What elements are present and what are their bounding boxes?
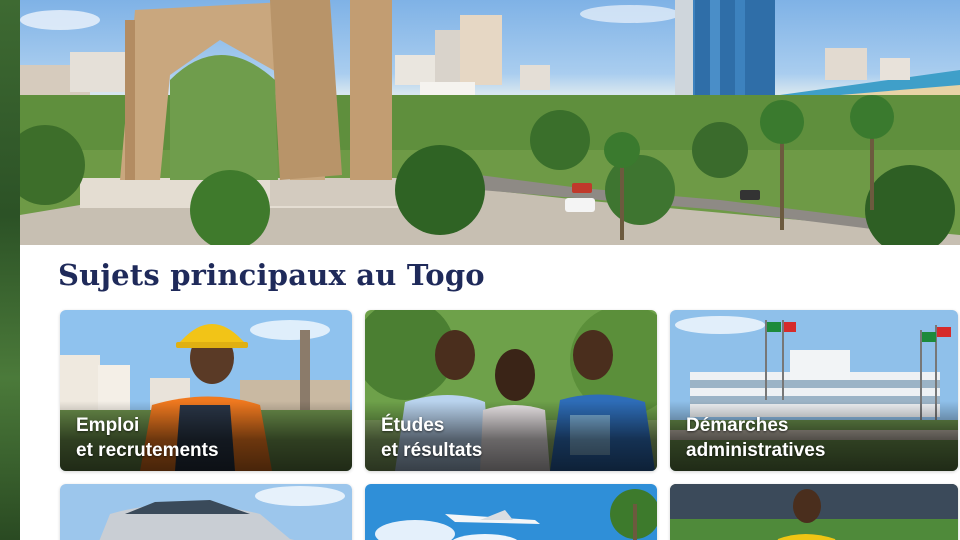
airplane-photo: [365, 484, 657, 540]
topic-card-emploi[interactable]: Emploi et recrutements: [60, 310, 352, 471]
topic-card-sport[interactable]: [670, 484, 958, 540]
football-player-photo: [670, 484, 958, 540]
left-foliage-edge: [0, 0, 20, 540]
card-label-line2: et résultats: [381, 440, 483, 461]
hero-illustration: [20, 0, 960, 245]
page: Sujets principaux au Togo Emploi et recr…: [20, 0, 960, 540]
card-label-line2: et recrutements: [76, 440, 219, 461]
card-label-line1: Études: [381, 415, 445, 436]
hero-banner-lome-skyline: [20, 0, 960, 245]
topic-card-etudes[interactable]: Études et résultats: [365, 310, 657, 471]
topic-card-voyage[interactable]: [365, 484, 657, 540]
card-label-line2: administratives: [686, 440, 826, 461]
car-photo: [60, 484, 352, 540]
card-label: Études et résultats: [381, 413, 482, 463]
card-label: Emploi et recrutements: [76, 413, 219, 463]
section-title: Sujets principaux au Togo: [58, 258, 485, 292]
card-label-line1: Démarches: [686, 415, 789, 436]
topic-card-transport[interactable]: [60, 484, 352, 540]
topic-card-demarches[interactable]: Démarches administratives: [670, 310, 958, 471]
card-label: Démarches administratives: [686, 413, 825, 463]
card-label-line1: Emploi: [76, 415, 140, 436]
